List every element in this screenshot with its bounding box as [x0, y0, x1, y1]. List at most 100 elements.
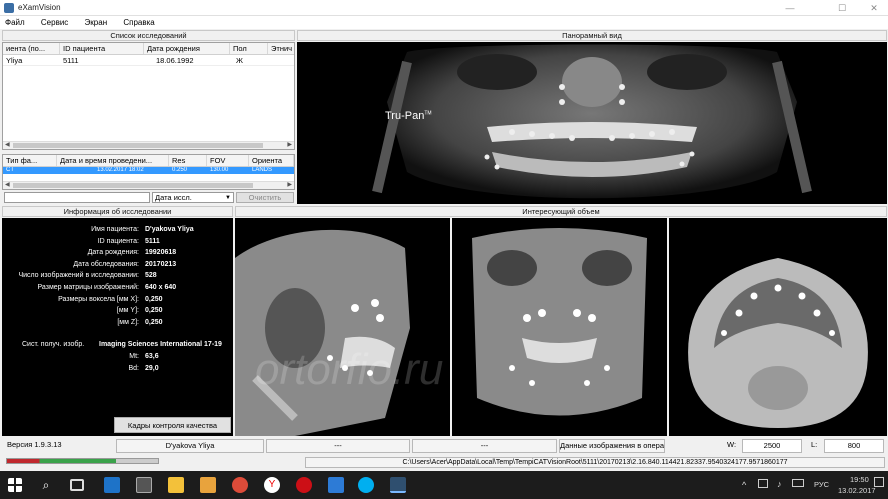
column-ethnic[interactable]: Этнич	[268, 43, 294, 54]
status-cell-3: ---	[266, 439, 410, 453]
sagittal-image	[235, 229, 410, 436]
edge-icon[interactable]	[104, 477, 120, 493]
study-list-header: Список исследований	[2, 30, 295, 41]
column-datetime[interactable]: Дата и время проведени...	[57, 155, 169, 166]
version-label: Версия 1.9.3.13	[7, 440, 62, 449]
cell-fov: 130.00	[210, 167, 229, 173]
info-label-system: Сист. получ. изобр.	[22, 341, 85, 348]
cell-patient-name: Yliya	[6, 56, 23, 65]
series-list-columns: Тип фа... Дата и время проведени... Res …	[3, 155, 294, 167]
info-label-voxel-z: [мм Z]:	[117, 319, 139, 326]
panorama-image	[372, 44, 812, 199]
trupan-tm: TM	[424, 110, 432, 117]
column-patient-name[interactable]: иента (по...	[3, 43, 60, 54]
table-row[interactable]: CT 13.02.2017 18:02 0.250 130.00 LANDS	[3, 167, 294, 174]
menu-file[interactable]: Файл	[5, 16, 25, 29]
search-icon[interactable]: ⌕	[38, 477, 54, 493]
progress-bar	[6, 458, 159, 464]
skype-icon[interactable]	[358, 477, 374, 493]
column-patient-id[interactable]: ID пациента	[60, 43, 144, 54]
column-res[interactable]: Res	[169, 155, 207, 166]
clock-date[interactable]: 13.02.2017	[838, 486, 876, 495]
window-width-input[interactable]: 2500	[742, 439, 802, 453]
scroll-right-icon[interactable]: ▶	[287, 141, 292, 148]
scroll-left-icon[interactable]: ◀	[5, 141, 10, 148]
progress-fill	[7, 459, 116, 463]
info-value-image-count: 528	[145, 272, 157, 279]
explorer-icon[interactable]	[168, 477, 184, 493]
axial-view[interactable]	[669, 218, 887, 436]
cell-datetime: 13.02.2017 18:02	[97, 167, 144, 173]
scroll-right-icon[interactable]: ▶	[287, 181, 292, 188]
menu-bar: Файл Сервис Экран Справка	[0, 16, 888, 29]
battery-icon[interactable]	[792, 479, 804, 487]
info-value-mt: 63,6	[145, 353, 159, 360]
notifications-icon[interactable]	[874, 477, 884, 487]
menu-service[interactable]: Сервис	[41, 16, 68, 29]
trupan-label: Tru-PanTM	[385, 110, 432, 122]
chevron-down-icon: ▼	[225, 195, 231, 201]
panorama-view[interactable]: Tru-PanTM	[297, 42, 887, 204]
info-label-image-count: Число изображений в исследовании:	[18, 272, 139, 279]
study-list-table[interactable]: иента (по... ID пациента Дата рождения П…	[2, 42, 295, 150]
series-list-table[interactable]: Тип фа... Дата и время проведени... Res …	[2, 154, 295, 190]
filter-select-value: Дата иссл.	[155, 193, 192, 202]
column-birth-date[interactable]: Дата рождения	[144, 43, 230, 54]
menu-screen[interactable]: Экран	[85, 16, 108, 29]
menu-help[interactable]: Справка	[123, 16, 154, 29]
info-label-voxel-y: [мм Y]:	[116, 307, 139, 314]
maximize-button[interactable]: ☐	[828, 0, 856, 16]
info-value-exam-date: 20170213	[145, 261, 177, 268]
chrome-icon[interactable]	[232, 477, 248, 493]
study-list-scrollbar[interactable]: ◀ ▶	[3, 141, 294, 149]
calculator-icon[interactable]	[136, 477, 152, 493]
info-label-mt: Mt:	[129, 353, 139, 360]
clock-time[interactable]: 19:50	[850, 475, 869, 484]
qc-frames-button[interactable]: Кадры контроля качества	[114, 417, 231, 433]
table-row[interactable]: Yliya 5111 18.06.1992 Ж	[3, 55, 294, 66]
clear-button[interactable]: Очистить	[236, 192, 294, 203]
filter-select[interactable]: Дата иссл. ▼	[152, 192, 234, 203]
taskbar: ⌕ Y ^ ♪ РУС 19:50 13.02.2017	[0, 471, 888, 499]
opera-icon[interactable]	[296, 477, 312, 493]
column-fov[interactable]: FOV	[207, 155, 249, 166]
window-level-label: L:	[811, 440, 818, 449]
network-icon[interactable]	[758, 479, 768, 488]
close-button[interactable]: ✕	[860, 0, 888, 16]
scroll-left-icon[interactable]: ◀	[5, 181, 10, 188]
info-label-id: ID пациента:	[97, 238, 139, 245]
column-sex[interactable]: Пол	[230, 43, 268, 54]
sagittal-view[interactable]	[235, 218, 450, 436]
window-level-input[interactable]: 800	[824, 439, 884, 453]
cell-patient-id: 5111	[63, 56, 79, 65]
cell-birth-date: 18.06.1992	[156, 56, 194, 65]
series-list-scrollbar[interactable]: ◀ ▶	[3, 181, 294, 189]
mail-icon[interactable]	[328, 477, 344, 493]
column-file-type[interactable]: Тип фа...	[3, 155, 57, 166]
info-label-name: Имя пациента:	[91, 226, 139, 233]
info-label-matrix: Размер матрицы изображений:	[37, 284, 140, 291]
examvision-icon[interactable]	[390, 477, 406, 493]
scroll-thumb[interactable]	[13, 143, 263, 148]
info-header: Информация об исследовании	[2, 206, 233, 217]
coronal-view[interactable]	[452, 218, 667, 436]
language-indicator[interactable]: РУС	[814, 480, 829, 489]
scroll-thumb[interactable]	[13, 183, 253, 188]
info-value-bd: 29,0	[145, 365, 159, 372]
volume-icon[interactable]: ♪	[777, 479, 782, 489]
app-icon	[4, 3, 14, 13]
task-view-icon[interactable]	[70, 479, 84, 491]
column-orientation[interactable]: Ориента	[249, 155, 294, 166]
info-value-matrix: 640 x 640	[145, 284, 177, 291]
minimize-button[interactable]: —	[776, 0, 804, 16]
windows-icon[interactable]	[8, 478, 22, 492]
info-value-voxel-x: 0,250	[145, 296, 163, 303]
tray-chevron-icon[interactable]: ^	[742, 480, 746, 490]
filter-input[interactable]	[4, 192, 150, 203]
status-patient: D'yakova Yliya	[116, 439, 264, 453]
files-icon[interactable]	[200, 477, 216, 493]
volume-header: Интересующий объем	[235, 206, 887, 217]
yandex-icon[interactable]: Y	[264, 477, 280, 493]
status-memory: Данные изображения в оперативной памяти	[559, 439, 665, 453]
info-value-name: D'yakova Yliya	[145, 226, 194, 233]
